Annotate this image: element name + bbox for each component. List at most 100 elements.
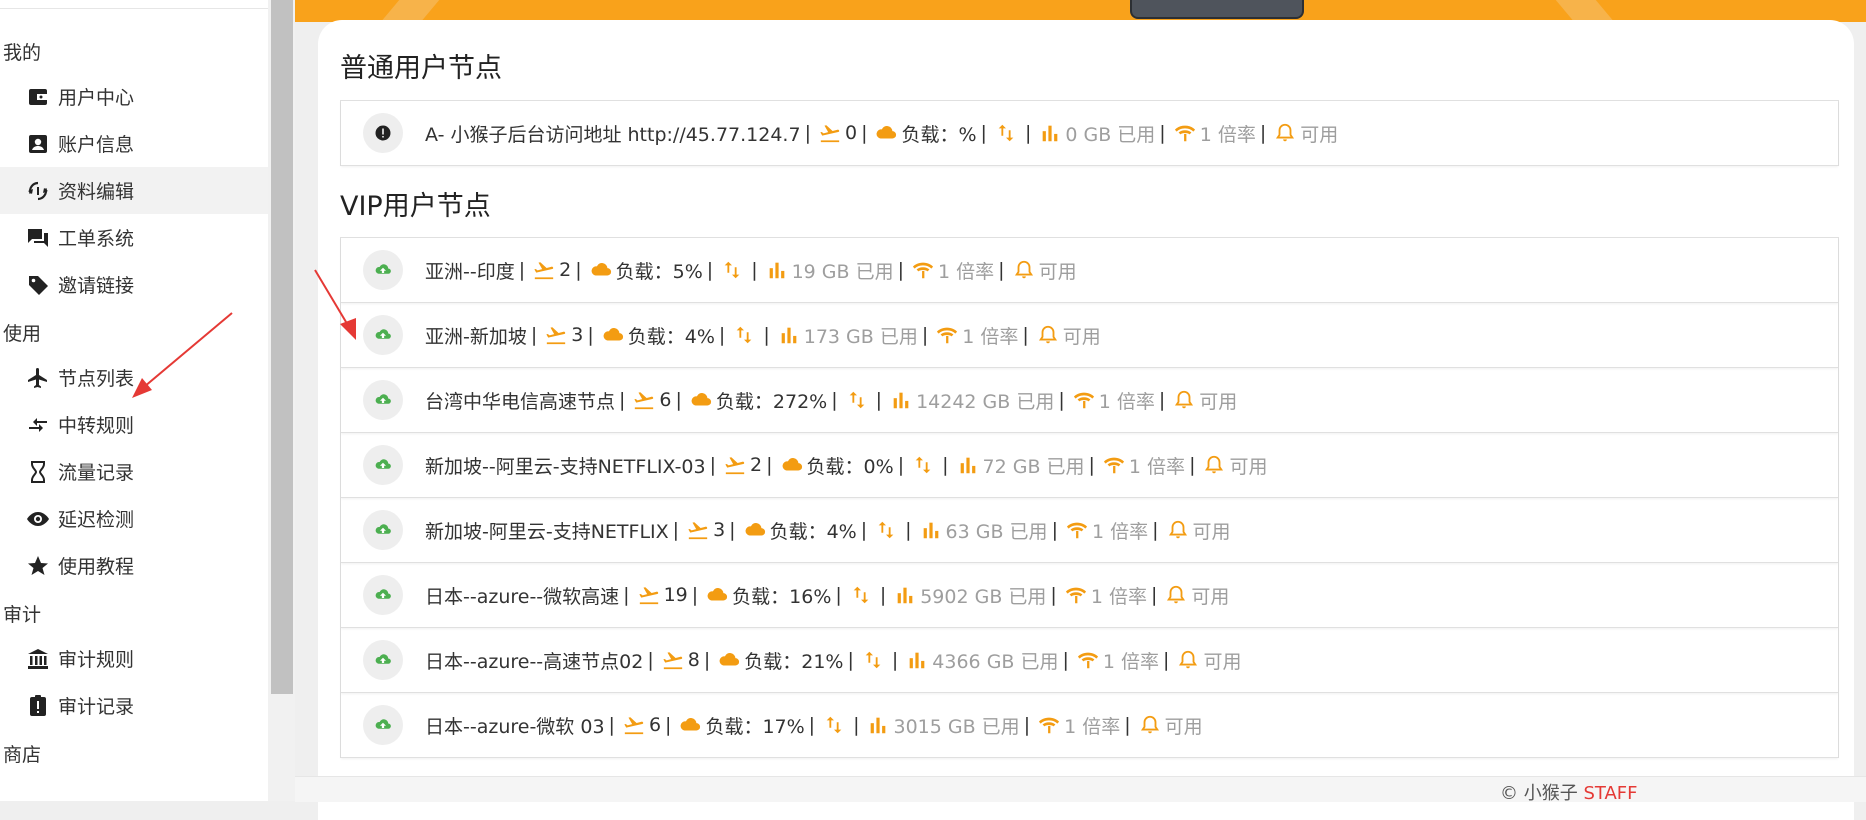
node-row[interactable]: A- 小猴子后台访问地址 http://45.77.124.7 | 0 | 负载：% | |… bbox=[341, 101, 1838, 166]
separator: | bbox=[879, 584, 887, 606]
separator: | bbox=[751, 259, 758, 281]
separator: | bbox=[691, 584, 699, 606]
node-online-users: 6 bbox=[648, 714, 662, 736]
separator: | bbox=[1024, 122, 1032, 144]
cloud-upload-icon bbox=[363, 510, 403, 550]
account-box-icon bbox=[24, 132, 52, 156]
bar-chart-icon bbox=[867, 714, 889, 736]
flight-takeoff-icon bbox=[623, 714, 645, 736]
sidebar-item[interactable]: 使用教程 bbox=[0, 542, 268, 589]
cloud-icon bbox=[590, 259, 612, 281]
separator: | bbox=[1050, 584, 1057, 606]
footer-copyright: © 小猴子 STAFF bbox=[1500, 779, 1638, 805]
bar-chart-icon bbox=[894, 584, 916, 606]
bell-icon bbox=[1037, 324, 1059, 346]
node-rate: 1 倍率 bbox=[1128, 455, 1186, 478]
sidebar-item[interactable]: 资料编辑 bbox=[0, 167, 268, 214]
node-status: 可用 bbox=[1203, 650, 1242, 673]
sidebar-item[interactable]: 账户信息 bbox=[0, 120, 268, 167]
separator: | bbox=[675, 389, 682, 411]
sidebar-item[interactable]: 工单系统 bbox=[0, 214, 268, 261]
node-online-users: 8 bbox=[687, 649, 700, 671]
sidebar-item[interactable]: 中转规则 bbox=[0, 401, 268, 448]
separator: | bbox=[1152, 519, 1159, 541]
node-row[interactable]: 新加坡-阿里云-支持NETFLIX | 3 | 负载：4% | | 63 GB 已用 | 1 倍率… bbox=[341, 498, 1838, 563]
sidebar-item[interactable]: 审计规则 bbox=[0, 635, 268, 682]
separator: | bbox=[1150, 584, 1158, 606]
separator: | bbox=[518, 259, 526, 281]
node-online-users: 3 bbox=[571, 324, 584, 346]
bank-icon bbox=[24, 647, 52, 671]
swap-vert-icon bbox=[995, 122, 1017, 144]
wifi-tethering-icon bbox=[1038, 714, 1060, 736]
node-row[interactable]: 日本--azure-微软 03 | 6 | 负载：17% | | 3015 GB 已用 | 1 倍… bbox=[341, 693, 1838, 758]
swap-vert-icon bbox=[823, 714, 845, 736]
banner-stripe bbox=[1555, 0, 1615, 22]
separator: | bbox=[672, 519, 680, 541]
node-row[interactable]: 日本--azure--微软高速 | 19 | 负载：16% | | 5902 GB 已用 | 1 … bbox=[341, 563, 1838, 628]
separator: | bbox=[835, 584, 842, 606]
node-status: 可用 bbox=[1192, 520, 1231, 543]
sidebar-section-title: 商店 bbox=[3, 744, 42, 766]
sidebar-item[interactable]: 审计记录 bbox=[0, 682, 268, 729]
tag-icon bbox=[24, 273, 52, 297]
separator: | bbox=[1159, 122, 1166, 144]
bar-chart-icon bbox=[766, 259, 788, 281]
node-row[interactable]: 亚洲--印度 | 2 | 负载：5% | | 19 GB 已用 | 1 倍率 | 可用 bbox=[341, 238, 1838, 303]
separator: | bbox=[891, 649, 899, 671]
cloud-icon bbox=[744, 519, 766, 541]
separator: | bbox=[665, 714, 672, 736]
sidebar-item[interactable]: 节点列表 bbox=[0, 354, 268, 401]
node-status: 可用 bbox=[1229, 455, 1268, 478]
separator: | bbox=[647, 649, 654, 671]
separator: | bbox=[875, 389, 883, 411]
banner-mascot-image bbox=[1130, 0, 1304, 19]
bell-icon bbox=[1203, 454, 1225, 476]
separator: | bbox=[706, 259, 714, 281]
separator: | bbox=[530, 324, 538, 346]
flight-takeoff-icon bbox=[724, 454, 746, 476]
sidebar-item-label: 节点列表 bbox=[58, 368, 135, 390]
flight-takeoff-icon bbox=[662, 649, 684, 671]
sidebar-item[interactable]: 流量记录 bbox=[0, 448, 268, 495]
sidebar-item[interactable]: 用户中心 bbox=[0, 73, 268, 120]
node-row[interactable]: 日本--azure--高速节点02 | 8 | 负载：21% | | 4366 GB 已用 | 1… bbox=[341, 628, 1838, 693]
node-traffic: 19 GB 已用 bbox=[791, 260, 894, 283]
bar-chart-icon bbox=[890, 389, 912, 411]
separator: | bbox=[860, 519, 868, 541]
footer: © 小猴子 STAFF bbox=[295, 776, 1866, 805]
sidebar-item[interactable]: 延迟检测 bbox=[0, 495, 268, 542]
sidebar-scrollbar[interactable] bbox=[268, 0, 295, 801]
scrollbar-thumb[interactable] bbox=[271, 0, 293, 694]
node-name: 新加坡-阿里云-支持NETFLIX bbox=[425, 520, 669, 543]
node-online-users: 6 bbox=[659, 389, 672, 411]
swap-vert-icon bbox=[846, 389, 868, 411]
separator: | bbox=[853, 714, 860, 736]
separator: | bbox=[1189, 454, 1196, 476]
separator: | bbox=[709, 454, 717, 476]
separator: | bbox=[763, 324, 770, 346]
separator: | bbox=[608, 714, 615, 736]
cloud-icon bbox=[602, 324, 624, 346]
node-row[interactable]: 台湾中华电信高速节点 | 6 | 负载：272% | | 14242 GB 已用 | 1 倍率 | 可… bbox=[341, 368, 1838, 433]
bell-icon bbox=[1177, 649, 1199, 671]
node-load: 负载：4% bbox=[769, 520, 857, 543]
swap-vert-icon bbox=[850, 584, 872, 606]
node-rate: 1 倍率 bbox=[1102, 650, 1160, 673]
node-row[interactable]: 新加坡--阿里云-支持NETFLIX-03 | 2 | 负载：0% | | 72 GB 已用 |… bbox=[341, 433, 1838, 498]
sidebar-item-label: 审计记录 bbox=[58, 696, 135, 718]
node-card: 普通用户节点 A- 小猴子后台访问地址 http://45.77.124.7 | 0 |… bbox=[318, 20, 1854, 820]
sidebar-item[interactable]: 邀请链接 bbox=[0, 261, 268, 308]
sync-edit-icon bbox=[24, 179, 52, 203]
node-traffic: 4366 GB 已用 bbox=[932, 650, 1059, 673]
sidebar-section-title: 我的 bbox=[3, 42, 42, 64]
bell-icon bbox=[1165, 584, 1187, 606]
wifi-tethering-icon bbox=[912, 259, 934, 281]
separator: | bbox=[808, 714, 816, 736]
node-row[interactable]: 亚洲-新加坡 | 3 | 负载：4% | | 173 GB 已用 | 1 倍率 | 可用 bbox=[341, 303, 1838, 368]
node-load: 负载：16% bbox=[732, 585, 832, 608]
separator: | bbox=[623, 584, 630, 606]
node-load: 负载：4% bbox=[627, 325, 715, 348]
node-online-users: 2 bbox=[559, 259, 572, 281]
node-traffic: 173 GB 已用 bbox=[803, 325, 918, 348]
